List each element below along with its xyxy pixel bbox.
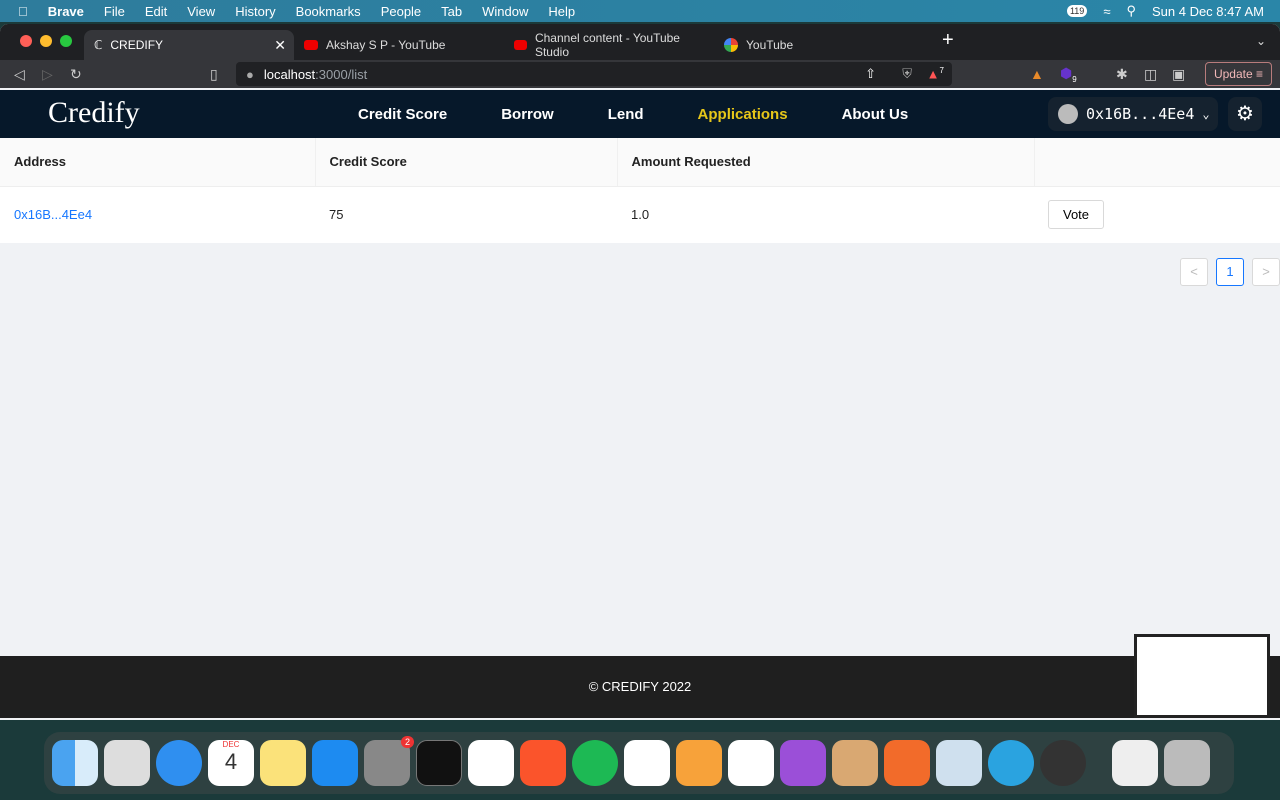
reload-button[interactable]: ↻ <box>70 66 82 83</box>
zoom-window-button[interactable] <box>60 35 72 47</box>
next-page-button[interactable]: > <box>1252 258 1280 286</box>
reminders-icon[interactable] <box>728 740 774 786</box>
address-link[interactable]: 0x16B...4Ee4 <box>14 207 92 222</box>
brave-rewards-icon[interactable]: ▲7 <box>927 66 944 81</box>
menu-file[interactable]: File <box>104 4 125 19</box>
credify-logo[interactable]: Credify <box>48 96 140 130</box>
menu-edit[interactable]: Edit <box>145 4 167 19</box>
chevron-down-icon[interactable]: ⌄ <box>1256 34 1266 48</box>
menu-bookmarks[interactable]: Bookmarks <box>296 4 361 19</box>
menu-bar:  Brave File Edit View History Bookmarks… <box>0 0 1280 22</box>
header-credit-score: Credit Score <box>314 138 617 187</box>
vector-app-icon[interactable] <box>884 740 930 786</box>
podcasts-icon[interactable] <box>780 740 826 786</box>
nav-applications[interactable]: Applications <box>698 106 788 123</box>
youtube-icon <box>304 40 318 50</box>
clock[interactable]: Sun 4 Dec 8:47 AM <box>1152 4 1264 19</box>
pagination: < 1 > <box>1180 258 1280 286</box>
menu-view[interactable]: View <box>187 4 215 19</box>
wallet-button[interactable]: 0x16B...4Ee4 ⌄ <box>1048 97 1218 131</box>
downloads-icon[interactable] <box>1112 740 1158 786</box>
box-app-icon[interactable] <box>832 740 878 786</box>
google-icon <box>724 38 738 52</box>
header-amount-requested: Amount Requested <box>616 138 1034 187</box>
tab-credify[interactable]: ℂ CREDIFY ✕ <box>84 30 294 60</box>
pages-icon[interactable] <box>676 740 722 786</box>
nav-credit-score[interactable]: Credit Score <box>358 106 447 123</box>
prev-page-button[interactable]: < <box>1180 258 1208 286</box>
extension-icon[interactable]: ⬢9 <box>1060 65 1077 84</box>
search-icon[interactable]: ⚲ <box>1126 3 1136 19</box>
chevron-down-icon: ⌄ <box>1202 107 1210 121</box>
telegram-icon[interactable] <box>988 740 1034 786</box>
new-tab-button[interactable]: + <box>942 29 954 52</box>
menu-history[interactable]: History <box>235 4 275 19</box>
menu-window[interactable]: Window <box>482 4 528 19</box>
spotify-icon[interactable] <box>572 740 618 786</box>
credit-score-cell: 75 <box>329 207 344 223</box>
header-action <box>1033 138 1280 187</box>
screenshot-thumbnail[interactable] <box>1134 634 1270 718</box>
share-icon[interactable]: ⇧ <box>865 66 876 82</box>
system-settings-icon[interactable]: 2 <box>364 736 414 786</box>
page-1-button[interactable]: 1 <box>1216 258 1244 286</box>
browser-toolbar: ◁ ▷ ↻ ▯ ● localhost:3000/list ⇧ ⛨ ▲7 ▲ ⬢… <box>0 60 1280 88</box>
back-button[interactable]: ◁ <box>14 66 25 83</box>
metamask-icon[interactable]: ▲ <box>1030 66 1044 82</box>
quicktime-icon[interactable] <box>1040 740 1086 786</box>
notification-badge[interactable]: 119 <box>1066 5 1088 17</box>
update-button[interactable]: Update ≡ <box>1204 62 1272 86</box>
browser-window: ℂ CREDIFY ✕ Akshay S P - YouTube Channel c… <box>0 24 1280 720</box>
minimize-window-button[interactable] <box>40 35 52 47</box>
close-tab-icon[interactable]: ✕ <box>274 37 286 54</box>
terminal-icon[interactable] <box>416 740 462 786</box>
bookmark-icon[interactable]: ▯ <box>210 66 218 83</box>
tab-youtube[interactable]: YouTube <box>714 30 924 60</box>
vscode-icon[interactable] <box>468 740 514 786</box>
forward-button[interactable]: ▷ <box>42 66 53 83</box>
sidebar-icon[interactable]: ◫ <box>1144 66 1157 83</box>
preview-icon[interactable] <box>936 740 982 786</box>
safari-icon[interactable] <box>156 740 202 786</box>
trash-icon[interactable] <box>1164 740 1210 786</box>
applications-table: Address Credit Score Amount Requested 0x… <box>0 138 1280 243</box>
menu-help[interactable]: Help <box>548 4 575 19</box>
site-header: Credify Credit Score Borrow Lend Applica… <box>0 90 1280 138</box>
info-icon: ● <box>246 66 254 82</box>
brave-icon[interactable] <box>520 740 566 786</box>
nav-borrow[interactable]: Borrow <box>501 106 554 123</box>
gear-icon: ⚙ <box>1236 103 1254 125</box>
table-row: 0x16B...4Ee4 75 1.0 Vote <box>0 186 1280 243</box>
footer: © CREDIFY 2022 <box>0 656 1280 718</box>
wallet-icon[interactable]: ▣ <box>1172 66 1185 83</box>
numbers-icon[interactable] <box>624 740 670 786</box>
tab-bar: ℂ CREDIFY ✕ Akshay S P - YouTube Channel c… <box>0 24 1280 60</box>
close-window-button[interactable] <box>20 35 32 47</box>
tab-youtube-studio[interactable]: Channel content - YouTube Studio <box>504 30 714 60</box>
nav-about-us[interactable]: About Us <box>842 106 909 123</box>
settings-button[interactable]: ⚙ <box>1228 97 1262 131</box>
nav-lend[interactable]: Lend <box>608 106 644 123</box>
dock: DEC 4 2 <box>44 732 1234 794</box>
vote-button[interactable]: Vote <box>1048 200 1105 230</box>
apple-icon[interactable]:  <box>18 4 28 19</box>
finder-icon[interactable] <box>52 740 98 786</box>
menu-people[interactable]: People <box>381 4 421 19</box>
notes-icon[interactable] <box>260 740 306 786</box>
address-bar[interactable]: ● localhost:3000/list ⇧ ⛨ ▲7 <box>236 62 952 86</box>
tab-youtube-channel[interactable]: Akshay S P - YouTube <box>294 30 504 60</box>
amount-cell: 1.0 <box>631 207 650 223</box>
avatar <box>1058 104 1078 124</box>
puzzle-icon[interactable]: ✱ <box>1116 66 1128 83</box>
calendar-icon[interactable]: DEC 4 <box>208 740 254 786</box>
menu-app[interactable]: Brave <box>48 4 84 19</box>
header-address: Address <box>0 138 315 187</box>
youtube-icon <box>514 40 527 50</box>
credify-favicon-icon: ℂ <box>94 38 103 52</box>
brave-shield-icon[interactable]: ⛨ <box>902 66 912 82</box>
wifi-icon[interactable]: ≈ <box>1103 4 1110 19</box>
launchpad-icon[interactable] <box>104 740 150 786</box>
app-store-icon[interactable] <box>312 740 358 786</box>
menu-tab[interactable]: Tab <box>441 4 462 19</box>
